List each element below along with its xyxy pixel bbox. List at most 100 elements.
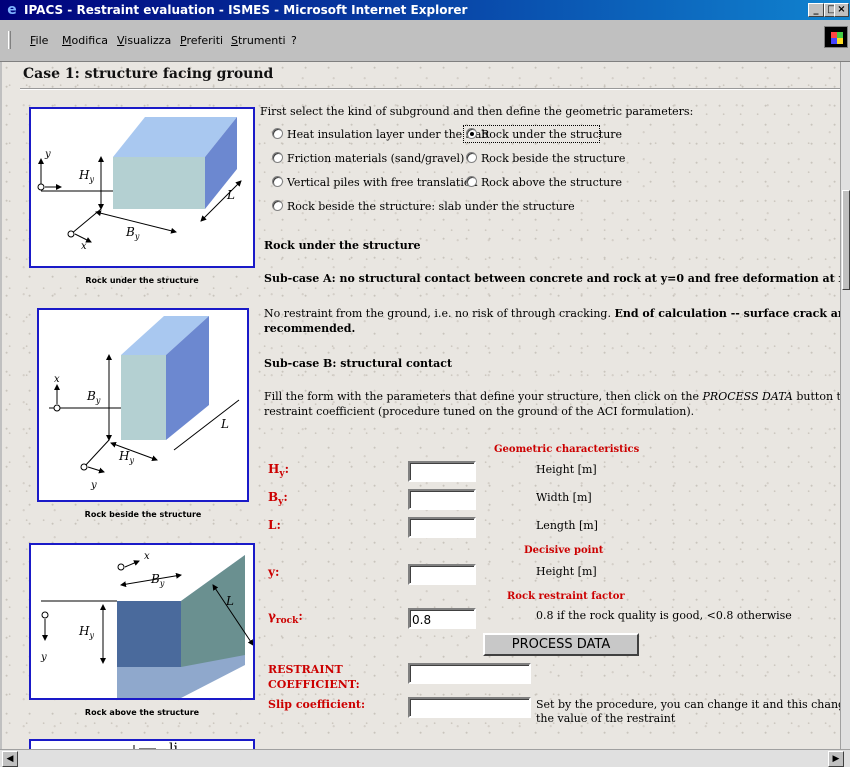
label-rock-above: Rock above the structure (481, 176, 623, 189)
page-content: Case 1: structure facing ground y Hy x B… (2, 62, 840, 749)
gamma-rock-note: 0.8 if the rock quality is good, <0.8 ot… (536, 609, 792, 622)
rock-beside-diagram: x By Hy y L (49, 316, 240, 491)
svg-text:x: x (144, 551, 150, 562)
figure-rock-beside: x By Hy y L (37, 308, 249, 502)
page-title: Case 1: structure facing ground (23, 66, 274, 82)
vertical-scrollbar[interactable] (840, 62, 850, 749)
section-heading: Rock under the structure (264, 239, 421, 252)
y-unit: Height [m] (536, 565, 597, 578)
radio-vertical-piles[interactable] (272, 176, 283, 187)
fill-form-process-data: PROCESS DATA (702, 390, 793, 403)
subcase-b-text: Sub-case B: structural contact (264, 357, 453, 370)
label-rock-beside: Rock beside the structure (481, 152, 626, 165)
l-unit: Length [m] (536, 519, 598, 532)
hy-input[interactable] (408, 461, 476, 482)
restraint-coefficient-label-1: RESTRAINT (268, 663, 343, 676)
slip-note-1: Set by the procedure, you can change it … (536, 698, 840, 711)
internet-explorer-icon: e (7, 2, 17, 18)
fill-form-text-2: restraint coefficient (procedure tuned o… (264, 405, 695, 418)
fill-form-text: Fill the form with the parameters that d… (264, 390, 840, 403)
menu-bar: File Modifica Visualizza Preferiti Strum… (0, 20, 850, 62)
toolbar-grip[interactable] (8, 31, 11, 49)
menu-preferiti[interactable]: Preferiti (180, 34, 223, 47)
restraint-coefficient-label-2: COEFFICIENT: (268, 678, 360, 691)
menu-strumenti[interactable]: Strumenti (231, 34, 286, 47)
svg-text:L: L (220, 417, 229, 431)
svg-text:y: y (40, 652, 47, 663)
scroll-right-arrow-icon[interactable]: ▶ (828, 751, 844, 767)
recommended-text: recommended. (264, 322, 356, 335)
gamma-rock-input[interactable]: 0.8 (408, 608, 476, 629)
by-label: By: (268, 490, 288, 507)
label-vertical-piles: Vertical piles with free translation (287, 176, 478, 189)
by-unit: Width [m] (536, 491, 592, 504)
l-label: L: (268, 518, 281, 532)
no-restraint-text: No restraint from the ground, i.e. no ri… (264, 307, 840, 320)
menu-visualizza[interactable]: Visualizza (117, 34, 171, 47)
minimize-button[interactable]: _ (808, 3, 824, 17)
gamma-label-sub: rock (275, 616, 299, 626)
radio-rock-under[interactable] (466, 128, 477, 139)
label-rock-under: Rock under the structure (481, 128, 623, 141)
label-rock-beside-slab-under: Rock beside the structure: slab under th… (287, 200, 575, 213)
figure-rock-under: y Hy x By L (29, 107, 255, 268)
menu-help[interactable]: ? (291, 34, 297, 47)
svg-text:By: By (125, 225, 140, 241)
figure-partial: li (29, 739, 255, 749)
slip-note-2: the value of the restraint (536, 712, 676, 725)
menu-modifica[interactable]: Modifica (62, 34, 108, 47)
radio-rock-beside[interactable] (466, 152, 477, 163)
gamma-rock-label: γrock: (268, 609, 303, 626)
rock-above-diagram: x By Hy y L (40, 551, 254, 698)
svg-text:By: By (150, 572, 165, 588)
svg-text:L: L (225, 594, 234, 608)
by-label-main: B (268, 490, 279, 504)
hy-label-sub: y (279, 469, 285, 479)
svg-text:x: x (54, 374, 60, 385)
hy-label: Hy: (268, 462, 290, 479)
hy-label-main: H (268, 462, 280, 476)
y-label: y: (268, 565, 280, 579)
end-calculation-text: End of calculation -- surface crack anal… (614, 307, 840, 320)
window-title: IPACS - Restraint evaluation - ISMES - M… (24, 3, 468, 17)
divider (20, 88, 840, 90)
by-label-sub: y (278, 497, 284, 507)
window-title-bar[interactable]: e IPACS - Restraint evaluation - ISMES -… (0, 0, 850, 20)
label-heat-insulation: Heat insulation layer under the slab (287, 128, 489, 141)
y-input[interactable] (408, 564, 476, 585)
restraint-coefficient-output[interactable] (408, 663, 531, 684)
svg-text:Hy: Hy (78, 168, 94, 184)
svg-text:y: y (90, 480, 97, 491)
close-button[interactable]: × (834, 3, 849, 17)
fill-form-part-1: Fill the form with the parameters that d… (264, 390, 700, 403)
no-restraint-label: No restraint from the ground, i.e. no ri… (264, 307, 611, 320)
svg-text:Hy: Hy (78, 624, 94, 640)
intro-text: First select the kind of subground and t… (260, 105, 694, 118)
vertical-scroll-thumb[interactable] (842, 190, 850, 290)
rock-under-diagram: y Hy x By L (37, 117, 242, 252)
rock-restraint-heading: Rock restraint factor (507, 591, 625, 602)
geometric-heading: Geometric characteristics (494, 444, 640, 455)
svg-text:y: y (44, 149, 51, 160)
svg-text:L: L (226, 188, 235, 202)
slip-coefficient-input[interactable] (408, 697, 531, 718)
figure-caption-rock-above: Rock above the structure (84, 708, 200, 717)
radio-heat-insulation[interactable] (272, 128, 283, 139)
svg-text:Hy: Hy (118, 449, 134, 465)
process-data-button[interactable]: PROCESS DATA (483, 633, 639, 656)
radio-friction-materials[interactable] (272, 152, 283, 163)
radio-rock-above[interactable] (466, 176, 477, 187)
menu-file[interactable]: File (30, 34, 48, 47)
l-input[interactable] (408, 517, 476, 538)
horizontal-scrollbar[interactable]: ◀ ▶ (0, 749, 850, 767)
radio-rock-beside-slab-under[interactable] (272, 200, 283, 211)
figure-rock-above: x By Hy y L (29, 543, 255, 700)
svg-text:By: By (86, 389, 101, 405)
svg-text:li: li (169, 741, 178, 749)
slip-coefficient-label: Slip coefficient: (268, 698, 366, 711)
svg-text:x: x (81, 241, 87, 252)
by-input[interactable] (408, 489, 476, 510)
subcase-a-text: Sub-case A: no structural contact betwee… (264, 272, 840, 285)
scroll-left-arrow-icon[interactable]: ◀ (2, 751, 18, 767)
hy-unit: Height [m] (536, 463, 597, 476)
